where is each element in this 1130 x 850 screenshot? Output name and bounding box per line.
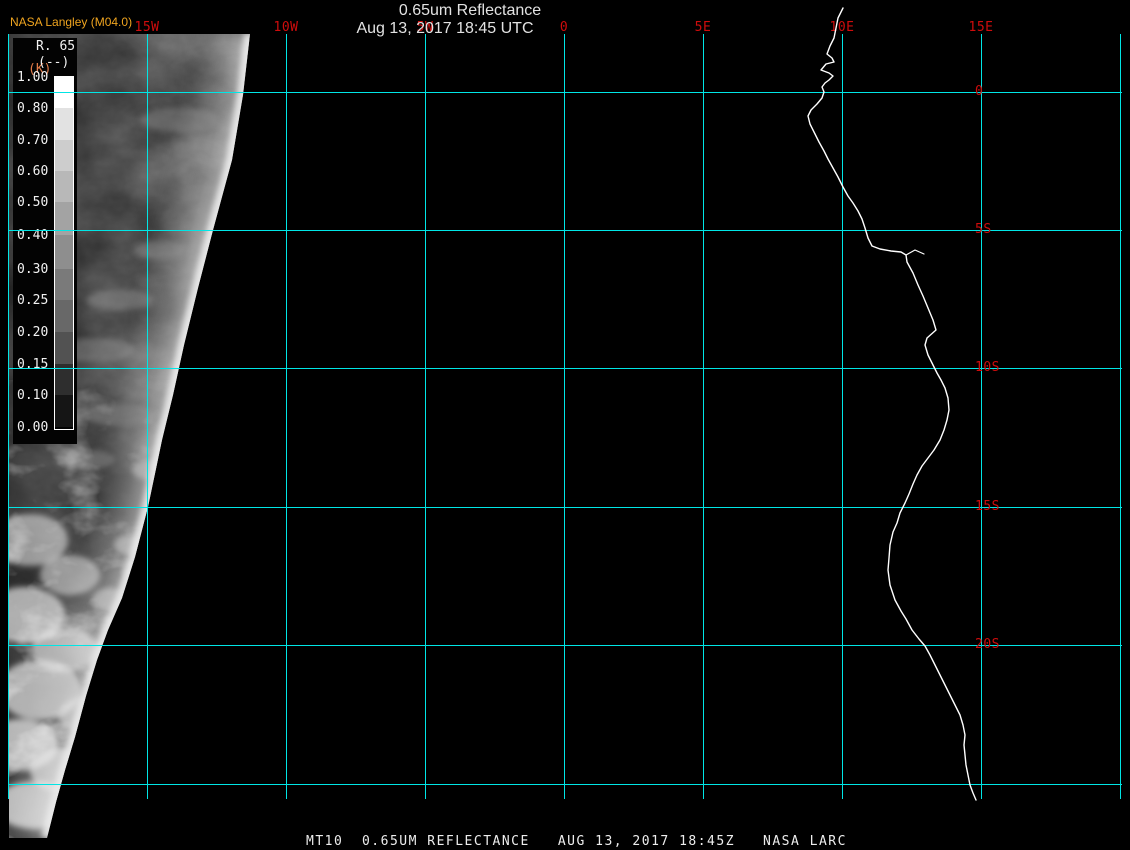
- colorbar-tick-label: 1.00: [17, 70, 49, 85]
- colorbar-segment: [55, 364, 73, 395]
- colorbar-segment: [55, 77, 73, 108]
- colorbar-segment: [55, 235, 73, 269]
- colorbar-segment: [55, 171, 73, 202]
- colorbar-segment: [55, 269, 73, 300]
- colorbar-tick-label: 0.25: [17, 293, 49, 308]
- colorbar-tick-label: 0.60: [17, 164, 49, 179]
- colorbar-tick-label: 0.20: [17, 325, 49, 340]
- colorbar-tick-label: 0.30: [17, 262, 49, 277]
- satellite-swath-image: [9, 34, 250, 838]
- colorbar-units: (--): [38, 55, 70, 70]
- colorbar-gradient-strip: [54, 76, 74, 430]
- colorbar-title: R. 65: [36, 39, 76, 54]
- colorbar-tick-label: 0.15: [17, 357, 49, 372]
- colorbar-segment: [55, 140, 73, 171]
- colorbar-tick-label: 0.00: [17, 420, 49, 435]
- colorbar-segment: [55, 202, 73, 235]
- colorbar-segment: [55, 108, 73, 140]
- colorbar-tick-label: 0.80: [17, 101, 49, 116]
- colorbar-tick-label: 0.10: [17, 388, 49, 403]
- colorbar-segment: [55, 332, 73, 364]
- colorbar-segment: [55, 395, 73, 427]
- colorbar-panel: R. 65 (K) (--) 1.00 0.80 0.70 0.60 0.50 0.40 0…: [13, 38, 77, 444]
- colorbar-segment: [55, 300, 73, 332]
- satellite-image-viewer: R. 65 (K) (--) 1.00 0.80 0.70 0.60 0.50 0.40 0…: [0, 0, 1130, 850]
- colorbar-tick-label: 0.70: [17, 133, 49, 148]
- colorbar-tick-label: 0.40: [17, 228, 49, 243]
- colorbar-tick-label: 0.50: [17, 195, 49, 210]
